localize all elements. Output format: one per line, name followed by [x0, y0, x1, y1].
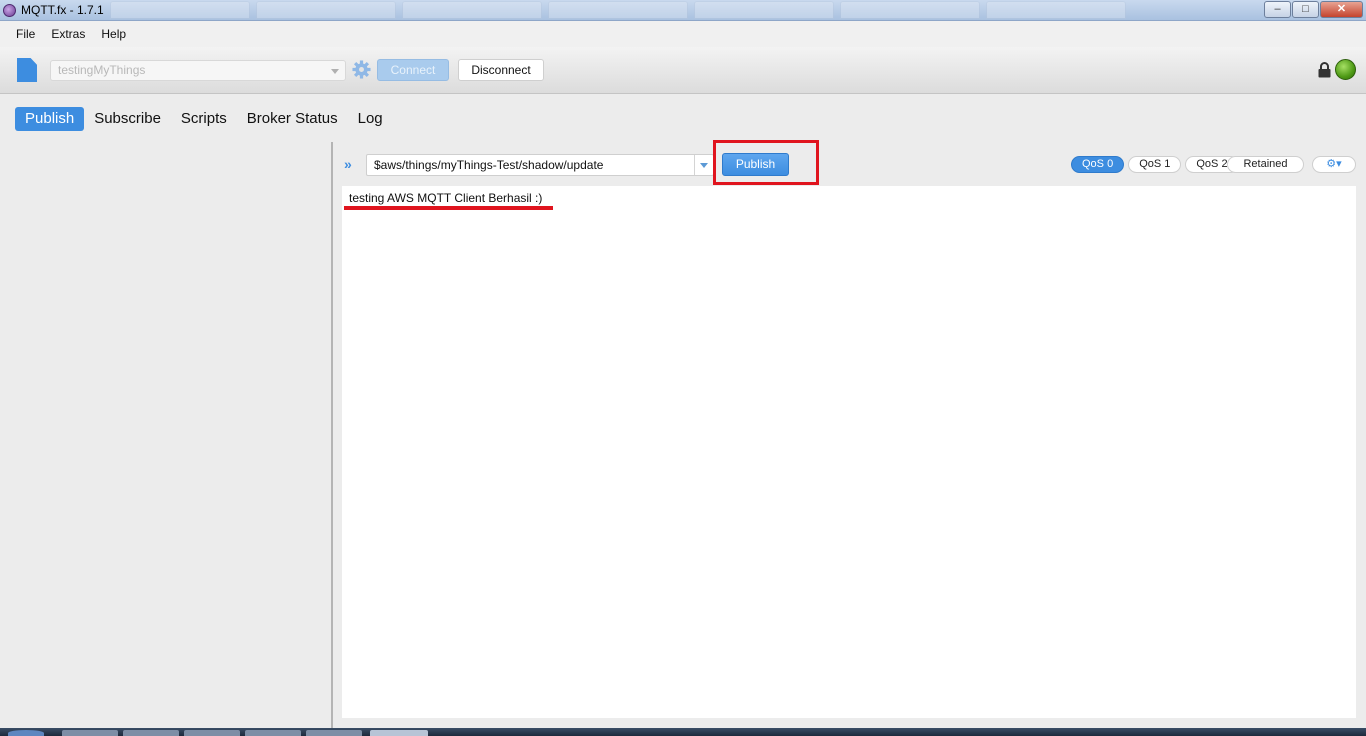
menu-help[interactable]: Help	[101, 27, 126, 41]
close-button[interactable]: ✕	[1320, 1, 1363, 18]
qos-selector: QoS 0 QoS 1 QoS 2	[1071, 156, 1239, 173]
expand-panel-icon[interactable]: »	[344, 157, 352, 171]
disconnect-button[interactable]: Disconnect	[458, 59, 544, 81]
menu-extras[interactable]: Extras	[51, 27, 85, 41]
background-browser-tabs	[110, 1, 1240, 20]
gear-icon[interactable]	[352, 60, 371, 79]
payload-text: testing AWS MQTT Client Berhasil :)	[349, 191, 543, 205]
retained-toggle[interactable]: Retained	[1227, 156, 1304, 173]
title-bar: MQTT.fx - 1.7.1 ‒ □ ✕	[0, 0, 1366, 21]
menu-bar: File Extras Help	[0, 21, 1366, 47]
background-tab	[694, 1, 834, 19]
window-controls: ‒ □ ✕	[1264, 1, 1363, 18]
background-tab	[840, 1, 980, 19]
app-icon	[3, 4, 16, 17]
window-title: MQTT.fx - 1.7.1	[21, 3, 104, 17]
maximize-button[interactable]: □	[1292, 1, 1319, 18]
chevron-down-icon[interactable]	[700, 163, 708, 168]
taskbar-item[interactable]	[245, 730, 301, 736]
tab-subscribe[interactable]: Subscribe	[84, 107, 171, 131]
taskbar-item[interactable]	[123, 730, 179, 736]
connect-button[interactable]: Connect	[377, 59, 449, 81]
tab-broker-status[interactable]: Broker Status	[237, 107, 348, 131]
pane-splitter[interactable]	[331, 142, 333, 728]
connection-status-indicator	[1335, 59, 1356, 80]
publish-topic-select[interactable]: $aws/things/myThings-Test/shadow/update	[366, 154, 714, 176]
connection-profile-value: testingMyThings	[58, 63, 146, 77]
background-tab	[402, 1, 542, 19]
connection-profile-select[interactable]: testingMyThings	[50, 60, 346, 81]
qos-1-toggle[interactable]: QoS 1	[1128, 156, 1182, 173]
minimize-button[interactable]: ‒	[1264, 1, 1291, 18]
combo-divider	[694, 155, 695, 175]
menu-file[interactable]: File	[16, 27, 35, 41]
chevron-down-icon	[331, 69, 339, 74]
background-tab	[548, 1, 688, 19]
taskbar-item-active[interactable]	[370, 730, 428, 736]
publish-button[interactable]: Publish	[722, 153, 789, 176]
main-tabs: Publish Subscribe Scripts Broker Status …	[15, 107, 393, 131]
publish-topic-value: $aws/things/myThings-Test/shadow/update	[374, 158, 604, 172]
publish-options-icon[interactable]: ⚙▾	[1312, 156, 1356, 173]
os-taskbar	[0, 728, 1366, 736]
taskbar-item[interactable]	[306, 730, 362, 736]
background-tab	[986, 1, 1126, 19]
topics-history-pane	[0, 142, 331, 728]
lock-icon	[1318, 62, 1331, 78]
tab-scripts[interactable]: Scripts	[171, 107, 237, 131]
edit-profile-file-icon[interactable]	[17, 58, 37, 82]
background-tab	[110, 1, 250, 19]
connection-toolbar: testingMyThings Connect Disconnect	[0, 47, 1366, 94]
taskbar-item[interactable]	[184, 730, 240, 736]
start-button[interactable]	[8, 730, 44, 736]
taskbar-item[interactable]	[62, 730, 118, 736]
background-tab	[256, 1, 396, 19]
tab-log[interactable]: Log	[348, 107, 393, 131]
tab-publish[interactable]: Publish	[15, 107, 85, 131]
payload-editor[interactable]: testing AWS MQTT Client Berhasil :)	[342, 186, 1356, 718]
qos-0-toggle[interactable]: QoS 0	[1071, 156, 1125, 173]
